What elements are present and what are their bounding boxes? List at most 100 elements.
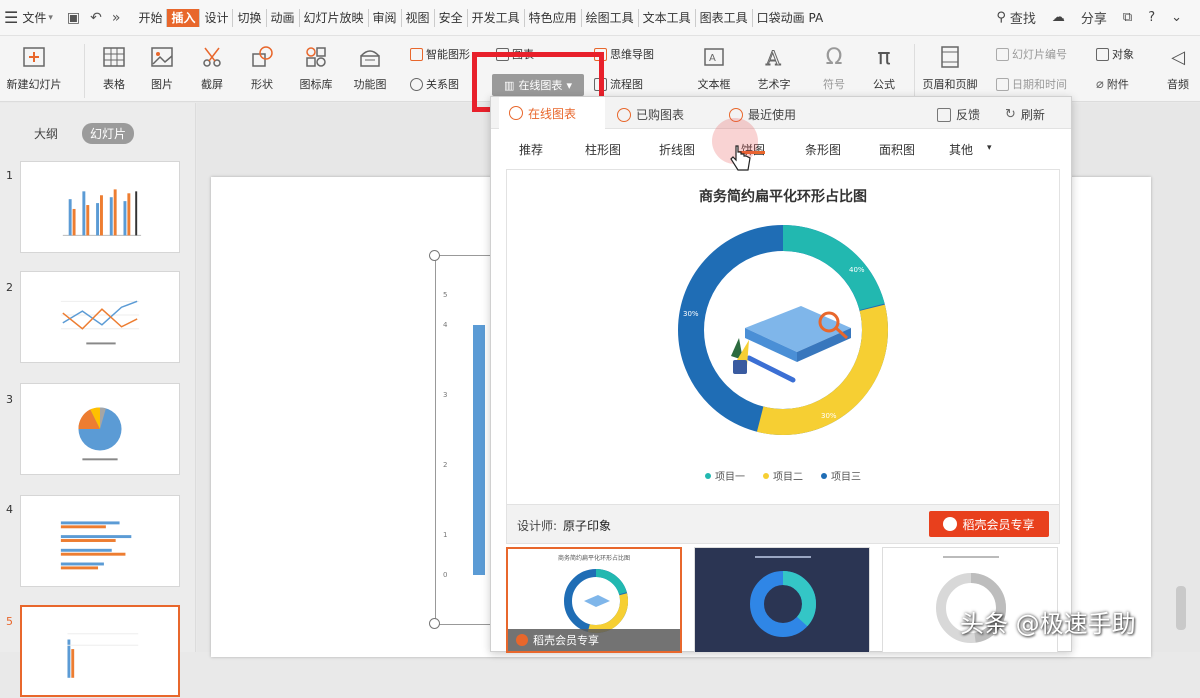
online-chart-label: 在线图表 — [518, 79, 563, 92]
resize-handle[interactable] — [429, 618, 440, 629]
relation-chart-button[interactable]: 关系图 — [410, 76, 459, 92]
tab-outline[interactable]: 大纲 — [26, 123, 66, 144]
mind-map-button[interactable]: 思维导图 — [594, 46, 654, 62]
slide-panel: 大纲 幻灯片 1 2 3 4 5 — [0, 103, 196, 697]
attachment-label: 附件 — [1106, 78, 1129, 91]
feedback-label: 反馈 — [956, 108, 981, 122]
header-footer-button[interactable]: 页眉和页脚 — [918, 42, 982, 92]
slide-thumbnail-5[interactable] — [20, 605, 180, 697]
function-chart-button[interactable]: 功能图 — [338, 42, 402, 92]
template-vip-label: 稻壳会员专享 — [508, 629, 680, 651]
date-time-button[interactable]: 日期和时间 — [996, 76, 1067, 92]
watermark-text: 头条 @极速手助 — [960, 610, 1136, 638]
search-box[interactable]: ⚲ 查找 — [996, 8, 1036, 27]
object-button[interactable]: 对象 — [1096, 46, 1134, 62]
art-text-button[interactable]: A 艺术字 — [742, 42, 806, 92]
tab-design[interactable]: 设计 — [200, 8, 234, 27]
tab-featured[interactable]: 特色应用 — [525, 8, 582, 27]
category-area[interactable]: 面积图 — [879, 141, 915, 158]
slide-number-icon — [996, 47, 1009, 61]
chart-label: 图表 — [512, 48, 534, 61]
online-chart-button[interactable]: ▥ 在线图表 ▾ — [492, 74, 584, 96]
hand-cursor-icon — [730, 145, 751, 171]
tab-review[interactable]: 审阅 — [369, 8, 402, 27]
tab-chart-tools[interactable]: 图表工具 — [696, 8, 753, 27]
ribbon-tabs: 开始 插入 设计 切换 动画 幻灯片放映 审阅 视图 安全 开发工具 特色应用 … — [134, 8, 828, 27]
tab-security[interactable]: 安全 — [435, 8, 468, 27]
slide-thumbnail-4[interactable] — [20, 495, 180, 587]
tab-text-tools[interactable]: 文本工具 — [639, 8, 696, 27]
file-menu[interactable]: 文件 — [22, 9, 46, 26]
designer-name[interactable]: 原子印象 — [563, 519, 611, 533]
slide-number: 3 — [6, 393, 13, 406]
category-recommended[interactable]: 推荐 — [519, 141, 543, 158]
textbox-icon: A — [704, 48, 724, 66]
tab-developer[interactable]: 开发工具 — [468, 8, 525, 27]
tab-pocket-animation[interactable]: 口袋动画 PA — [753, 9, 828, 27]
tab-online-chart[interactable]: 在线图表 — [499, 97, 605, 129]
vertical-scrollbar[interactable] — [1176, 586, 1186, 630]
tab-insert[interactable]: 插入 — [167, 8, 201, 27]
menu-bar: ☰ 文件 ▾ ▣ ↶ » 开始 插入 设计 切换 动画 幻灯片放映 审阅 视图 … — [0, 0, 1200, 36]
tab-purchased-charts[interactable]: 已购图表 — [617, 106, 684, 123]
relation-chart-icon — [410, 77, 423, 91]
tab-slides[interactable]: 幻灯片 — [82, 123, 135, 144]
window-icon[interactable]: ⧉ — [1123, 10, 1132, 25]
flowchart-icon — [594, 77, 607, 91]
tab-view[interactable]: 视图 — [402, 8, 435, 27]
expand-icon[interactable]: ⌄ — [1171, 10, 1182, 25]
cloud-sync-button[interactable]: ☁ — [1052, 10, 1065, 25]
flowchart-button[interactable]: 流程图 — [594, 76, 643, 92]
attachment-button[interactable]: ⌀ 附件 — [1096, 76, 1129, 92]
pie-chart-thumbnail — [78, 407, 122, 461]
vip-exclusive-button[interactable]: 稻壳会员专享 — [929, 511, 1049, 537]
bar-chart-thumbnail — [62, 189, 142, 236]
ring-label: 30% — [683, 310, 699, 318]
tab-slideshow[interactable]: 幻灯片放映 — [300, 8, 369, 27]
refresh-button[interactable]: ↻ 刷新 — [1005, 106, 1045, 123]
legend-item: 项目三 — [821, 468, 861, 483]
tab-home[interactable]: 开始 — [134, 8, 168, 27]
chart-button[interactable]: 图表 — [496, 46, 534, 62]
new-slide-button[interactable]: 新建幻灯片 — [2, 42, 66, 92]
category-line[interactable]: 折线图 — [659, 141, 695, 158]
template-card-2[interactable] — [694, 547, 870, 653]
header-footer-icon — [941, 46, 959, 68]
textbox-button[interactable]: A 文本框 — [682, 42, 746, 92]
menu-hamburger-icon[interactable]: ☰ — [4, 8, 18, 27]
share-button[interactable]: 分享 — [1081, 8, 1107, 27]
formula-button[interactable]: π 公式 — [852, 42, 916, 92]
refresh-label: 刷新 — [1020, 108, 1045, 122]
tab-drawing-tools[interactable]: 绘图工具 — [582, 8, 639, 27]
feedback-button[interactable]: 反馈 — [937, 106, 980, 123]
more-icon[interactable]: » — [112, 10, 121, 26]
slide-thumbnail-1[interactable] — [20, 161, 180, 253]
mind-map-icon — [594, 47, 607, 61]
help-button[interactable]: ? — [1148, 10, 1155, 25]
smart-graphic-button[interactable]: 智能图形 — [410, 46, 470, 62]
category-column[interactable]: 柱形图 — [585, 141, 621, 158]
chevron-down-icon[interactable]: ▾ — [987, 143, 992, 153]
category-other[interactable]: 其他 — [949, 141, 973, 158]
slide-number-button[interactable]: 幻灯片编号 — [996, 46, 1067, 62]
slide-thumbnail-2[interactable] — [20, 271, 180, 363]
category-bar[interactable]: 条形图 — [805, 141, 841, 158]
save-icon[interactable]: ▣ — [67, 10, 80, 26]
tab-purchased-label: 已购图表 — [636, 108, 685, 122]
chart-preview[interactable]: 商务简约扁平化环形占比图 40% 30% 30% 项目一 项目二 项目三 — [506, 169, 1060, 529]
undo-icon[interactable]: ↶ — [90, 10, 102, 26]
picture-icon — [151, 47, 173, 67]
tab-transition[interactable]: 切换 — [233, 8, 267, 27]
resize-handle[interactable] — [429, 250, 440, 261]
slide-thumbnail-3[interactable] — [20, 383, 180, 475]
new-slide-label: 新建幻灯片 — [6, 78, 62, 91]
slide-number: 4 — [6, 503, 13, 516]
tab-animation[interactable]: 动画 — [267, 8, 300, 27]
audio-button[interactable]: ◁ 音频 — [1156, 42, 1200, 92]
chart-selection-frame[interactable] — [435, 255, 495, 625]
template-card-1[interactable]: 商务简约扁平化环形占比图 稻壳会员专享 — [506, 547, 682, 653]
designer-row: 设计师: 原子印象 稻壳会员专享 — [506, 504, 1060, 544]
slide-number-label: 幻灯片编号 — [1012, 48, 1067, 61]
search-label: 查找 — [1009, 12, 1036, 27]
chevron-down-icon[interactable]: ▾ — [48, 13, 53, 23]
